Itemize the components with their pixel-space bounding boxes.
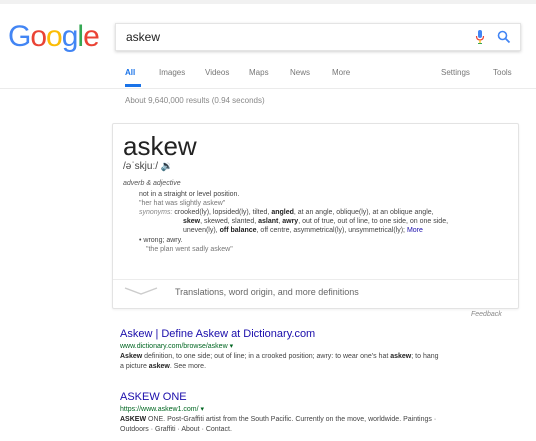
synonym-link[interactable]: angled — [271, 209, 294, 216]
snippet-text: a picture — [120, 363, 149, 370]
snippet-highlight: ASKEW — [120, 416, 147, 423]
feedback-link[interactable]: Feedback — [471, 311, 502, 318]
logo-letter: g — [61, 20, 79, 53]
definition-block: not in a straight or level position. "he… — [139, 190, 499, 254]
result-snippet: ASKEW ONE. Post-Graffiti artist from the… — [120, 415, 525, 435]
synonyms-label: synonyms: — [139, 209, 173, 216]
result-title-link[interactable]: ASKEW ONE — [120, 391, 187, 403]
snippet-highlight: askew — [390, 353, 412, 360]
tab-images[interactable]: Images — [159, 68, 185, 77]
synonyms-text: , out of true, out of line, to one side,… — [298, 218, 449, 225]
phonetic-and-audio[interactable]: /əˈskjuː/ 🔉 — [123, 161, 173, 172]
tab-videos[interactable]: Videos — [205, 68, 229, 77]
synonym-link[interactable]: off balance — [220, 227, 257, 234]
definition-example-2: "the plan went sadly askew" — [146, 246, 233, 253]
synonyms-row: uneven(ly), off balance, off centre, asy… — [139, 226, 499, 235]
result-url[interactable]: https://www.askew1.com/ ▾ — [120, 405, 204, 413]
part-of-speech: adverb & adjective — [123, 180, 181, 187]
snippet-highlight: Askew — [120, 353, 143, 360]
synonyms-row: synonyms: crooked(ly), lopsided(ly), til… — [139, 208, 499, 217]
synonyms-text: uneven(ly), — [183, 227, 218, 234]
snippet-text: . See more. — [169, 363, 207, 370]
google-logo[interactable]: Google — [8, 20, 100, 54]
logo-letter: o — [30, 20, 47, 53]
logo-letter: o — [46, 20, 63, 53]
search-icon[interactable] — [497, 30, 511, 44]
more-definitions-link[interactable]: Translations, word origin, and more defi… — [175, 287, 359, 297]
top-bar-line — [0, 0, 536, 4]
definition-sense-2-row: • wrong; awry. — [139, 236, 499, 245]
logo-letter: G — [8, 20, 31, 53]
snippet-text: ; to hang — [411, 353, 439, 360]
search-box[interactable]: askew — [115, 23, 521, 51]
tab-news[interactable]: News — [290, 68, 310, 77]
tab-maps[interactable]: Maps — [249, 68, 269, 77]
tabs-divider — [0, 88, 536, 89]
synonym-link[interactable]: aslant — [258, 218, 278, 225]
card-divider — [113, 279, 518, 280]
chevron-down-icon[interactable] — [123, 286, 159, 296]
dictionary-card: askew /əˈskjuː/ 🔉 adverb & adjective not… — [112, 123, 519, 309]
synonym-link[interactable]: skew — [183, 218, 200, 225]
snippet-highlight: askew — [148, 363, 170, 370]
microphone-icon[interactable] — [474, 29, 486, 45]
tab-settings[interactable]: Settings — [441, 68, 470, 77]
result-snippet: Askew definition, to one side; out of li… — [120, 352, 525, 372]
result-stats: About 9,640,000 results (0.94 seconds) — [125, 96, 265, 105]
synonyms-text: , — [278, 218, 281, 225]
definition-sense-2: wrong; awry. — [143, 237, 183, 244]
search-input[interactable]: askew — [126, 30, 160, 44]
definition-example-1: "her hat was slightly askew" — [139, 200, 226, 207]
tab-tools[interactable]: Tools — [493, 68, 512, 77]
result-url[interactable]: www.dictionary.com/browse/askew ▾ — [120, 342, 233, 350]
tab-all[interactable]: All — [125, 68, 135, 77]
tab-all-underline — [125, 84, 141, 87]
synonyms-text: , at an angle, oblique(ly), at an obliqu… — [293, 209, 434, 216]
definition-sense-1: not in a straight or level position. — [139, 191, 240, 198]
search-tabs: All Images Videos Maps News More Setting… — [125, 68, 521, 88]
snippet-text: Outdoors · Graffiti · About · Contact. — [120, 426, 232, 433]
synonyms-text: crooked(ly), lopsided(ly), tilted, — [174, 209, 270, 216]
synonyms-text: , off centre, asymmetrical(ly), unsymmet… — [256, 227, 405, 234]
synonym-link[interactable]: awry — [282, 218, 298, 225]
tab-more[interactable]: More — [332, 68, 350, 77]
result-title-link[interactable]: Askew | Define Askew at Dictionary.com — [120, 328, 315, 340]
synonyms-row: skew, skewed, slanted, aslant, awry, out… — [139, 217, 499, 226]
logo-letter: e — [83, 20, 100, 53]
definition-word: askew — [123, 131, 197, 161]
snippet-text: definition, to one side; out of line; in… — [142, 353, 391, 360]
synonyms-more-link[interactable]: More — [407, 227, 423, 234]
snippet-text: ONE. Post-Graffiti artist from the South… — [146, 416, 437, 423]
synonyms-text: , skewed, slanted, — [200, 218, 257, 225]
